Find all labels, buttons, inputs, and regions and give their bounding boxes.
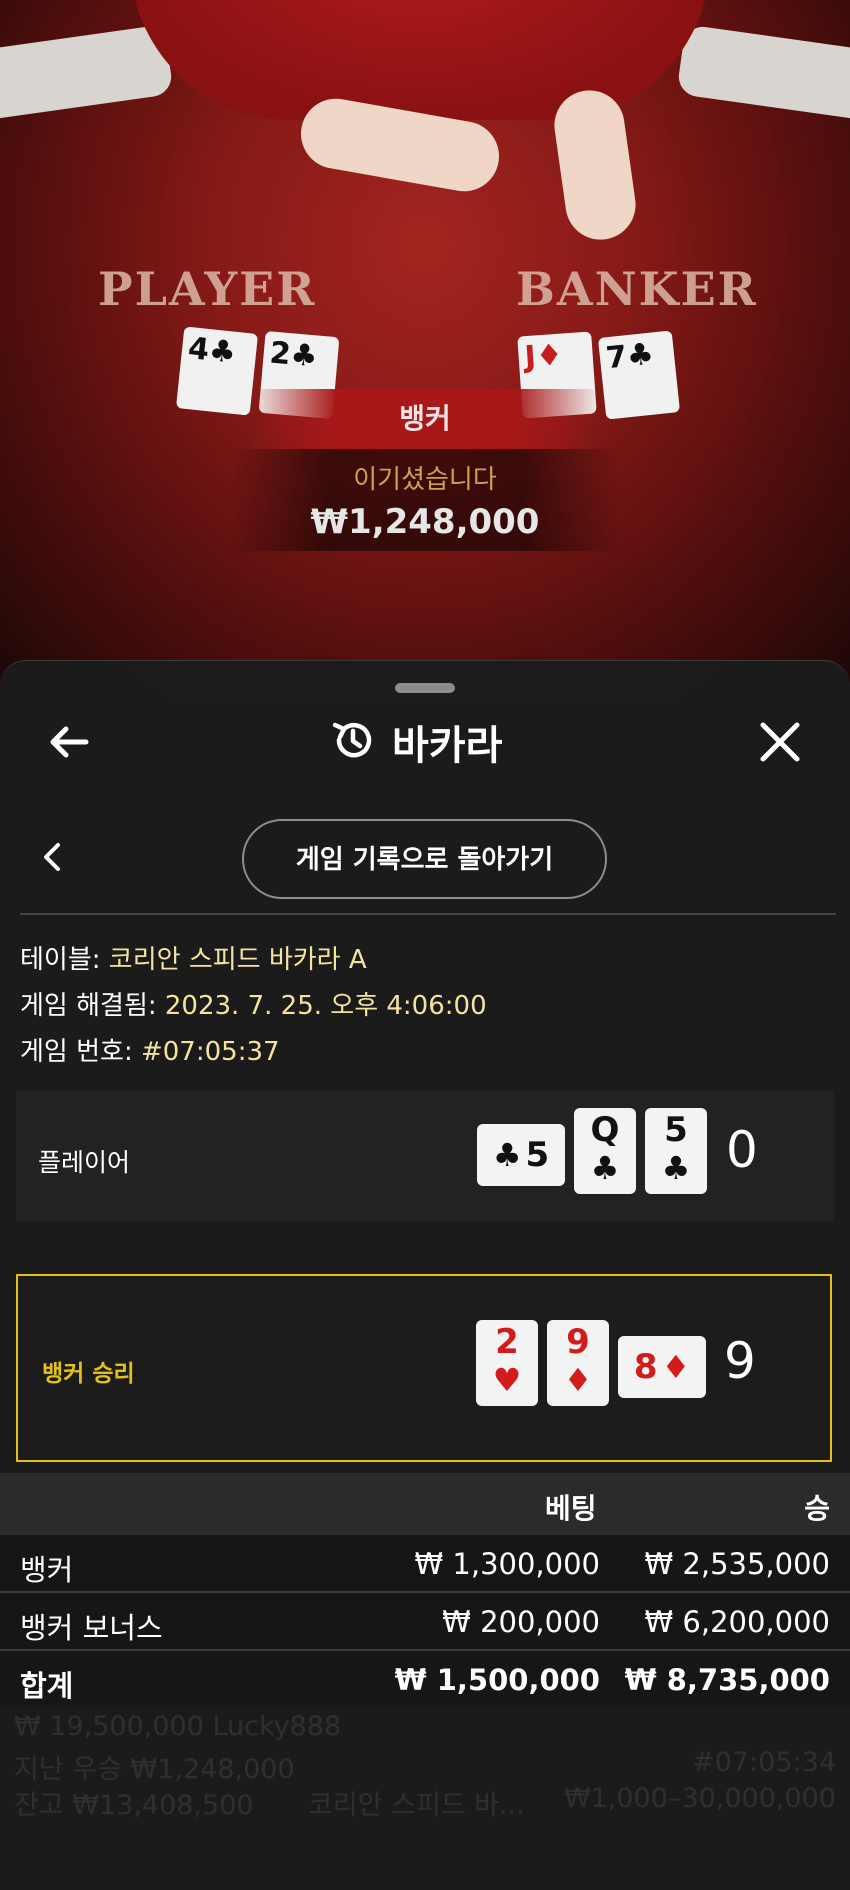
history-sheet: ₩ 19,500,000 Lucky888 지난 우승 ₩1,248,000 #… — [0, 660, 850, 1890]
table-banker-card-2: 7♣ — [597, 330, 681, 420]
player-card-2: 5 ♣ — [645, 1108, 707, 1194]
round-result-banner: 뱅커 — [250, 389, 600, 449]
table-rail-right — [676, 24, 850, 126]
table-banker-label: BANKER — [516, 262, 758, 316]
bet-amount: ₩ 1,300,000 — [414, 1547, 600, 1581]
win-notice: 이기셨습니다 ₩1,248,000 — [230, 449, 620, 551]
history-icon — [330, 717, 376, 767]
total-row: 합계 ₩ 1,500,000 ₩ 8,735,000 — [0, 1651, 850, 1707]
win-column-header: 승 — [804, 1492, 830, 1525]
drag-handle[interactable] — [395, 683, 455, 693]
ghost-lobby-line-3-mid: 코리안 스피드 바... — [308, 1790, 525, 1821]
total-bet: ₩ 1,500,000 — [394, 1663, 600, 1697]
win-amount: ₩ 2,535,000 — [644, 1547, 830, 1581]
table-player-label: PLAYER — [98, 262, 317, 316]
table-rail-left — [0, 24, 174, 126]
game-number: #07:05:37 — [140, 1037, 280, 1067]
table-name: 코리안 스피드 바카라 A — [108, 945, 367, 975]
resolved-time: 2023. 7. 25. 오후 4:06:00 — [164, 991, 487, 1021]
ghost-lobby-line-2: 지난 우승 ₩1,248,000 — [14, 1754, 295, 1785]
bets-table-header: 베팅 승 — [0, 1473, 850, 1535]
ghost-lobby-line-2-right: #07:05:34 — [692, 1747, 836, 1778]
player-hand-row: 플레이어 ♣ 5 Q ♣ 5 ♣ 0 — [16, 1091, 834, 1221]
player-score: 0 — [726, 1121, 758, 1179]
win-amount: ₩1,248,000 — [310, 502, 540, 542]
table-info: 테이블: 코리안 스피드 바카라 A — [20, 945, 367, 975]
game-number-info: 게임 번호: #07:05:37 — [20, 1037, 280, 1067]
bet-name: 뱅커 — [20, 1553, 74, 1587]
ghost-lobby-line-3-right: ₩1,000–30,000,000 — [563, 1783, 836, 1814]
banker-card-1: 2 ♥ — [476, 1320, 538, 1406]
header-title: 바카라 — [330, 713, 502, 771]
page-title: 바카라 — [392, 723, 503, 769]
bet-amount: ₩ 200,000 — [442, 1605, 600, 1639]
bet-column-header: 베팅 — [545, 1492, 597, 1525]
table-player-card-1: 4♣ — [175, 326, 259, 416]
win-amount: ₩ 6,200,000 — [644, 1605, 830, 1639]
dealer-hand-right — [549, 85, 641, 245]
bet-name: 뱅커 보너스 — [20, 1611, 163, 1645]
player-card-1: Q ♣ — [574, 1108, 636, 1194]
ghost-lobby-line-1: ₩ 19,500,000 Lucky888 — [14, 1711, 342, 1742]
ghost-lobby-line-3: 잔고 ₩13,408,500 — [14, 1790, 254, 1821]
resolved-info: 게임 해결됨: 2023. 7. 25. 오후 4:06:00 — [20, 991, 487, 1021]
table-row: 뱅커 ₩ 1,300,000 ₩ 2,535,000 — [0, 1535, 850, 1593]
banker-card-2: 9 ♦ — [547, 1320, 609, 1406]
win-text: 이기셨습니다 — [353, 465, 497, 495]
live-video-area: PLAYER BANKER 4♣ 2♣ J♦ 7♣ 뱅커 이기셨습니다 ₩1,2… — [0, 0, 850, 700]
table-row: 뱅커 보너스 ₩ 200,000 ₩ 6,200,000 — [0, 1593, 850, 1651]
banker-score: 9 — [724, 1332, 756, 1390]
banker-card-3: 8 ♦ — [618, 1336, 706, 1398]
divider — [20, 913, 836, 915]
dealer — [130, 0, 710, 120]
player-card-3: ♣ 5 — [477, 1124, 565, 1186]
close-icon[interactable] — [755, 717, 805, 767]
banker-win-label: 뱅커 승리 — [42, 1361, 135, 1387]
back-arrow-icon[interactable] — [44, 717, 94, 767]
chevron-left-icon[interactable] — [36, 837, 68, 877]
player-hand-label: 플레이어 — [38, 1148, 131, 1177]
return-to-history-button[interactable]: 게임 기록으로 돌아가기 — [242, 819, 607, 899]
banker-hand-row: 뱅커 승리 2 ♥ 9 ♦ 8 ♦ 9 — [16, 1274, 832, 1462]
total-label: 합계 — [20, 1669, 74, 1703]
total-win: ₩ 8,735,000 — [624, 1663, 830, 1697]
